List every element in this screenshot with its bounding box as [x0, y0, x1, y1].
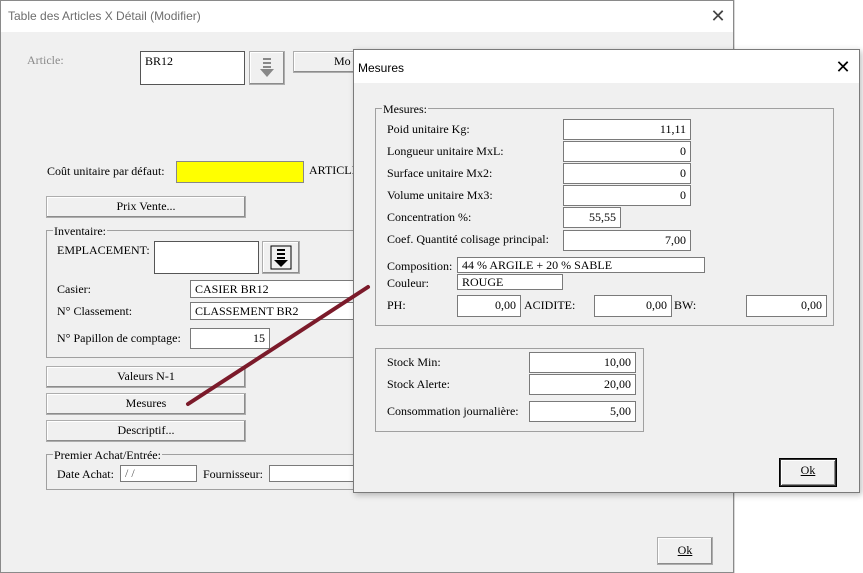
annotation-arrow — [186, 285, 370, 406]
